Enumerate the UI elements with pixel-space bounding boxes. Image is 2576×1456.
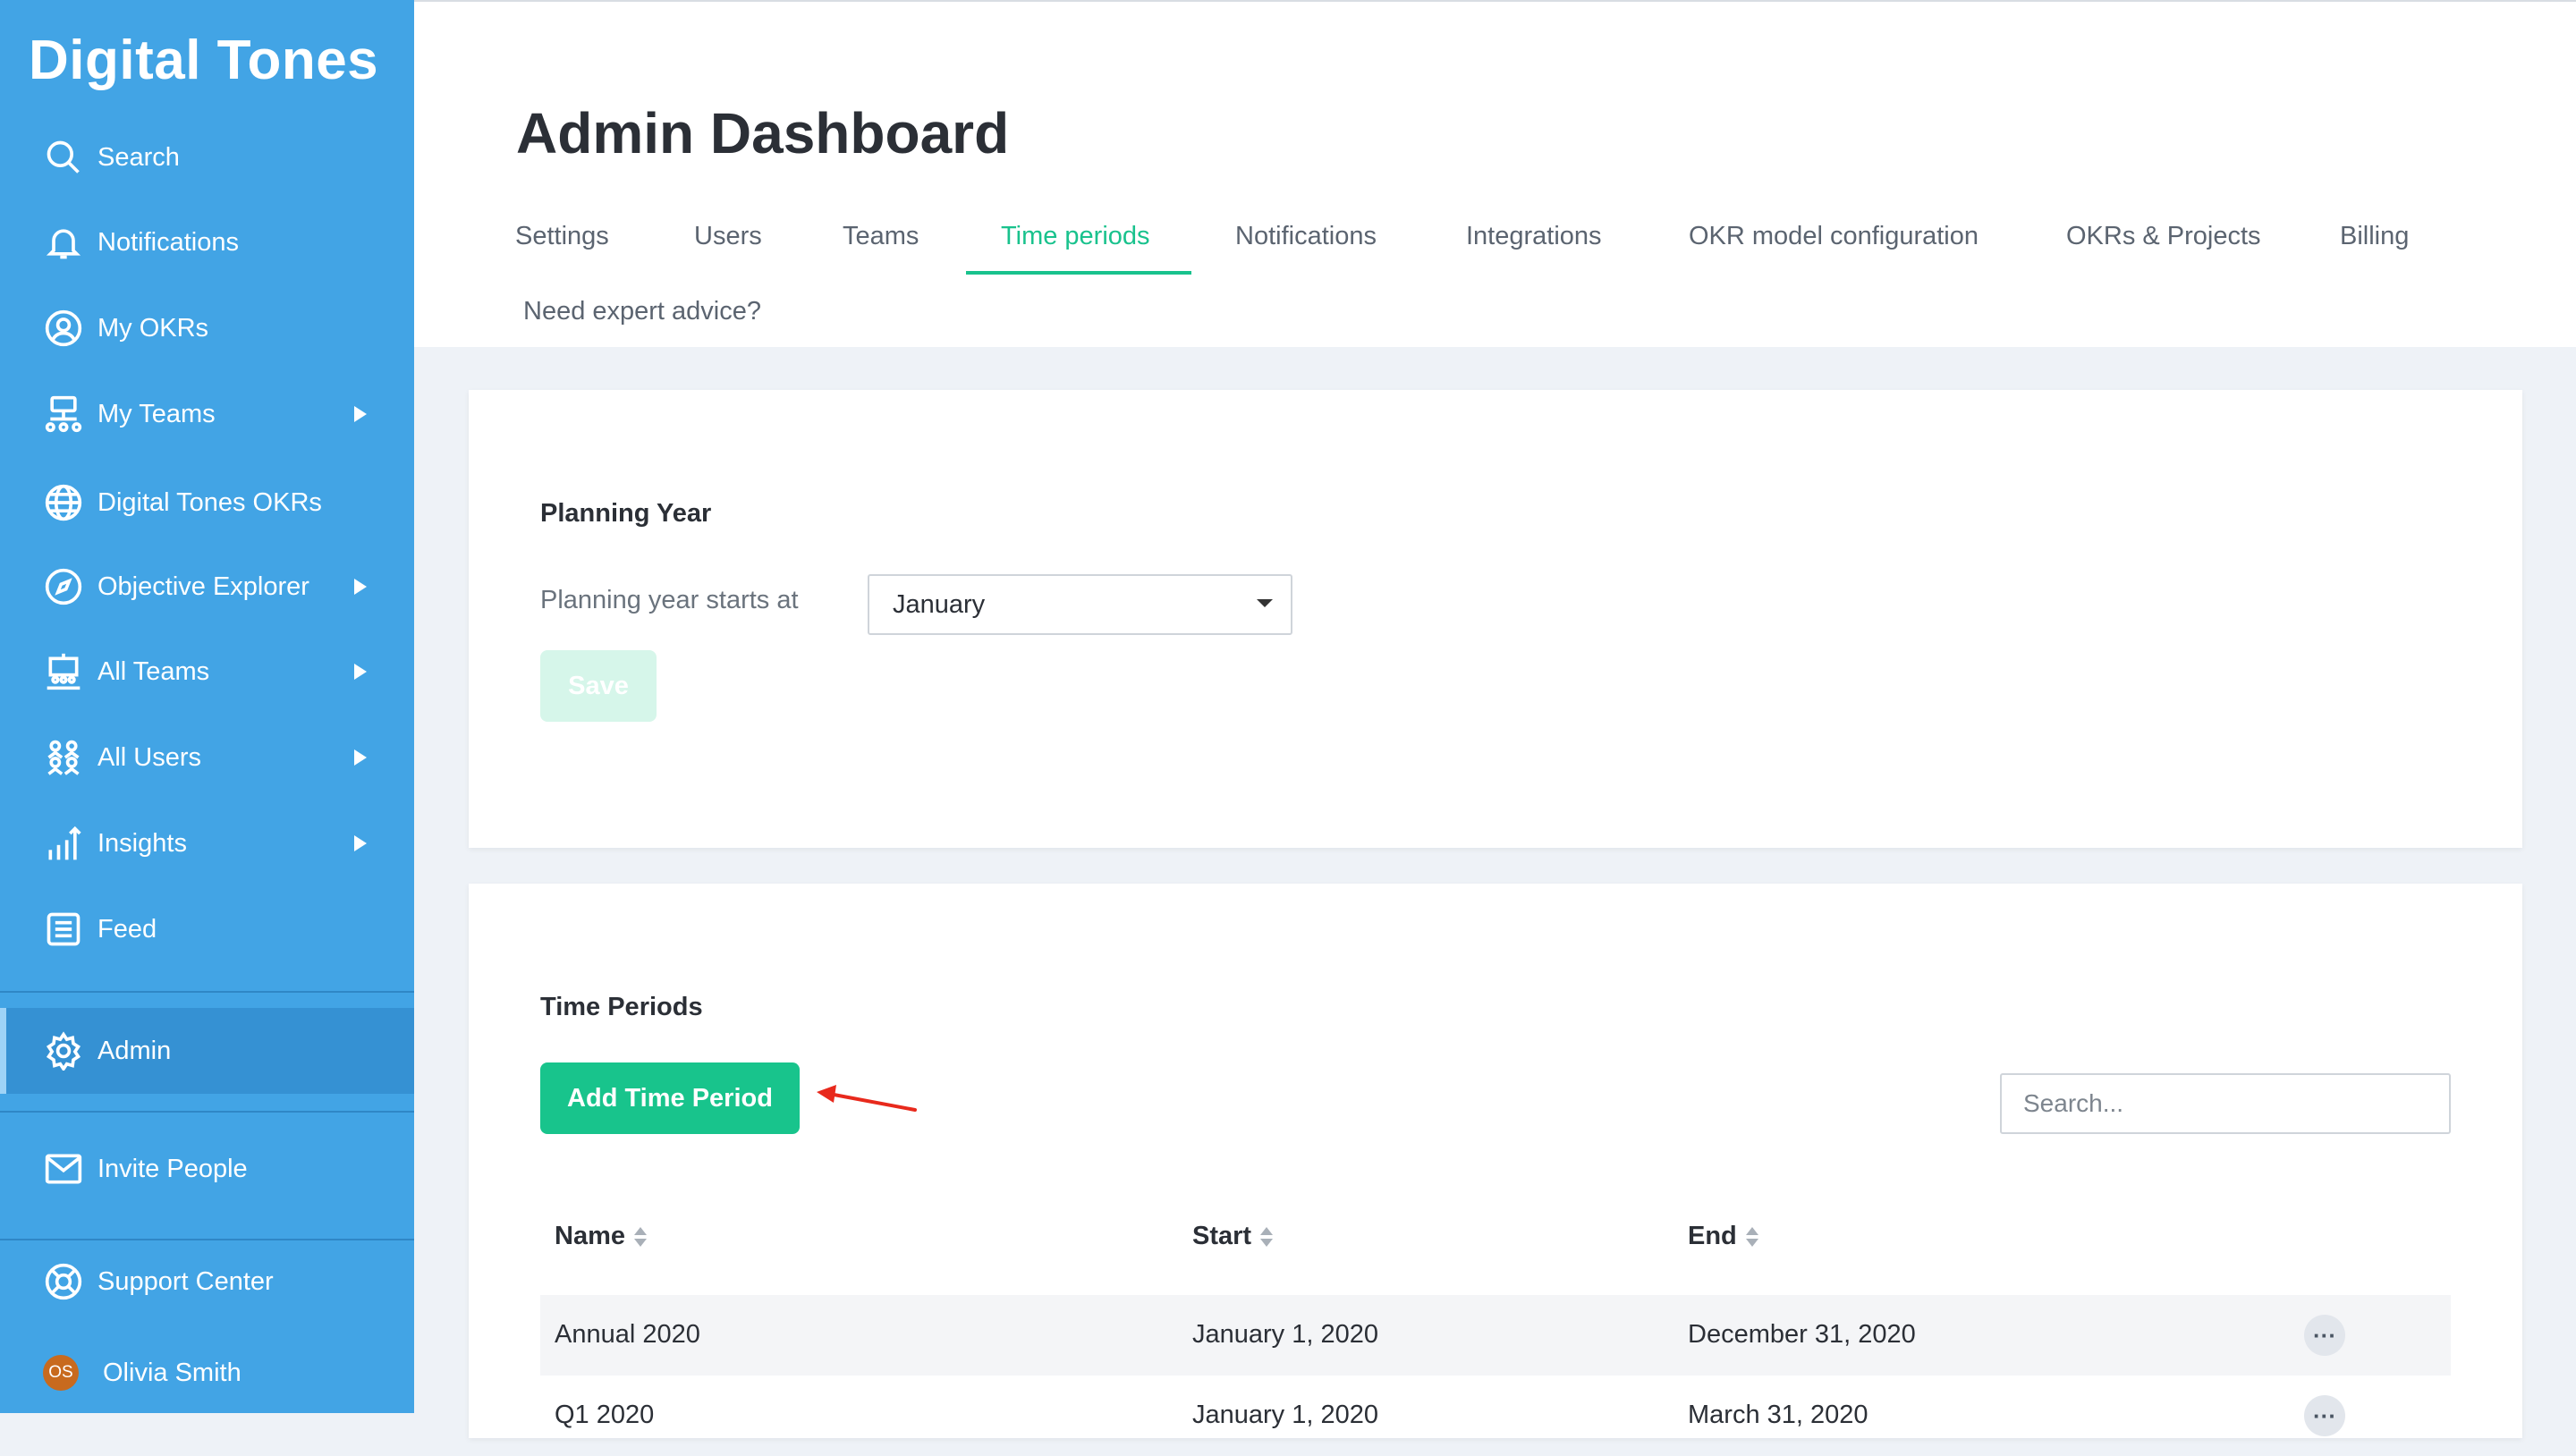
table-row[interactable]: Annual 2020 January 1, 2020 December 31,…	[540, 1295, 2451, 1376]
sidebar-item-digital-tones-okrs[interactable]: Digital Tones OKRs	[0, 467, 414, 538]
page-header: Admin Dashboard Settings Users Teams Tim…	[414, 0, 2576, 347]
sidebar-divider	[0, 1239, 414, 1240]
sidebar-item-label: Notifications	[97, 227, 239, 257]
caret-right-icon[interactable]	[354, 664, 367, 680]
sidebar-item-feed[interactable]: Feed	[0, 893, 414, 965]
sidebar-item-label: My OKRs	[97, 313, 209, 343]
avatar: OS	[43, 1355, 79, 1391]
tab-teams[interactable]: Teams	[843, 222, 919, 251]
column-header-start[interactable]: Start	[1192, 1222, 1274, 1251]
caret-right-icon[interactable]	[354, 406, 367, 422]
more-options-icon[interactable]: ···	[2304, 1395, 2345, 1436]
annotation-arrow-icon	[817, 1085, 917, 1112]
sidebar-item-my-okrs[interactable]: My OKRs	[0, 292, 414, 364]
caret-right-icon[interactable]	[354, 835, 367, 851]
tab-okrs-projects[interactable]: OKRs & Projects	[2066, 222, 2261, 251]
more-options-icon[interactable]: ···	[2304, 1315, 2345, 1356]
sidebar-item-all-users[interactable]: All Users	[0, 722, 414, 793]
sidebar-item-label: All Users	[97, 742, 202, 772]
table-row[interactable]: Q1 2020 January 1, 2020 March 31, 2020 ·…	[540, 1376, 2451, 1456]
gear-icon	[43, 1030, 84, 1071]
sidebar-item-search[interactable]: Search	[0, 122, 414, 193]
chevron-down-icon	[1257, 599, 1273, 607]
sidebar-item-label: Objective Explorer	[97, 571, 309, 601]
row-name: Annual 2020	[555, 1320, 700, 1349]
sidebar-divider	[0, 1111, 414, 1113]
sidebar-item-all-teams[interactable]: All Teams	[0, 636, 414, 707]
planning-year-title: Planning Year	[540, 499, 712, 528]
user-circle-icon	[43, 308, 84, 349]
active-tab-underline	[966, 271, 1191, 275]
users-group-icon	[43, 737, 84, 778]
planning-month-select[interactable]: January	[868, 574, 1292, 635]
selected-month: January	[893, 589, 986, 619]
save-button[interactable]: Save	[540, 650, 657, 722]
tab-time-periods[interactable]: Time periods	[1001, 222, 1150, 251]
feed-icon	[43, 909, 84, 950]
tab-need-expert-advice[interactable]: Need expert advice?	[523, 297, 761, 326]
sidebar-item-label: Admin	[97, 1036, 172, 1065]
sidebar-item-label: Support Center	[97, 1266, 274, 1296]
globe-icon	[43, 482, 84, 523]
brand-logo[interactable]: Digital Tones	[29, 29, 378, 92]
column-header-end[interactable]: End	[1688, 1222, 1758, 1251]
caret-right-icon[interactable]	[354, 579, 367, 595]
lifebuoy-icon	[43, 1261, 84, 1302]
team-hierarchy-icon	[43, 394, 84, 435]
bell-icon	[43, 222, 84, 263]
tab-okr-model-configuration[interactable]: OKR model configuration	[1689, 222, 1979, 251]
sidebar-item-insights[interactable]: Insights	[0, 808, 414, 879]
planning-year-card: Planning Year Planning year starts at Ja…	[469, 390, 2522, 848]
add-time-period-button[interactable]: Add Time Period	[540, 1062, 800, 1134]
sort-icon[interactable]	[1260, 1226, 1274, 1248]
page-title: Admin Dashboard	[516, 101, 1010, 165]
time-periods-title: Time Periods	[540, 993, 703, 1021]
compass-icon	[43, 566, 84, 607]
teams-board-icon	[43, 651, 84, 692]
caret-right-icon[interactable]	[354, 749, 367, 766]
sidebar-item-label: All Teams	[97, 656, 210, 686]
tab-settings[interactable]: Settings	[515, 222, 609, 251]
sidebar-item-support-center[interactable]: Support Center	[0, 1246, 414, 1317]
search-input[interactable]: Search...	[2000, 1073, 2451, 1134]
user-name: Olivia Smith	[103, 1358, 242, 1387]
sidebar-item-admin[interactable]: Admin	[0, 1008, 414, 1094]
tab-billing[interactable]: Billing	[2340, 222, 2409, 251]
sidebar-item-notifications[interactable]: Notifications	[0, 207, 414, 278]
sort-icon[interactable]	[1745, 1226, 1758, 1248]
active-indicator	[0, 1008, 6, 1094]
search-icon	[43, 137, 84, 178]
sidebar-item-label: Invite People	[97, 1154, 248, 1183]
tab-users[interactable]: Users	[694, 222, 762, 251]
sidebar-item-label: My Teams	[97, 399, 216, 428]
sidebar-item-label: Search	[97, 142, 180, 172]
sort-icon[interactable]	[634, 1226, 647, 1248]
envelope-icon	[43, 1148, 84, 1189]
planning-year-label: Planning year starts at	[540, 586, 799, 614]
sidebar-divider	[0, 991, 414, 993]
sidebar-item-label: Digital Tones OKRs	[97, 487, 322, 517]
sidebar-item-label: Feed	[97, 914, 157, 944]
sidebar-user-profile[interactable]: OS Olivia Smith	[0, 1337, 414, 1409]
sidebar-item-objective-explorer[interactable]: Objective Explorer	[0, 551, 414, 622]
sidebar-item-label: Insights	[97, 828, 187, 858]
column-header-name[interactable]: Name	[555, 1222, 647, 1251]
tab-notifications[interactable]: Notifications	[1235, 222, 1377, 251]
sidebar-item-invite-people[interactable]: Invite People	[0, 1133, 414, 1205]
row-name: Q1 2020	[555, 1401, 655, 1429]
row-end: March 31, 2020	[1688, 1401, 1868, 1429]
sidebar-item-my-teams[interactable]: My Teams	[0, 378, 414, 450]
tab-integrations[interactable]: Integrations	[1466, 222, 1602, 251]
sidebar: Digital Tones Search Notifications My OK…	[0, 0, 414, 1413]
row-end: December 31, 2020	[1688, 1320, 1916, 1349]
row-start: January 1, 2020	[1192, 1401, 1378, 1429]
row-start: January 1, 2020	[1192, 1320, 1378, 1349]
bar-chart-icon	[43, 823, 84, 864]
